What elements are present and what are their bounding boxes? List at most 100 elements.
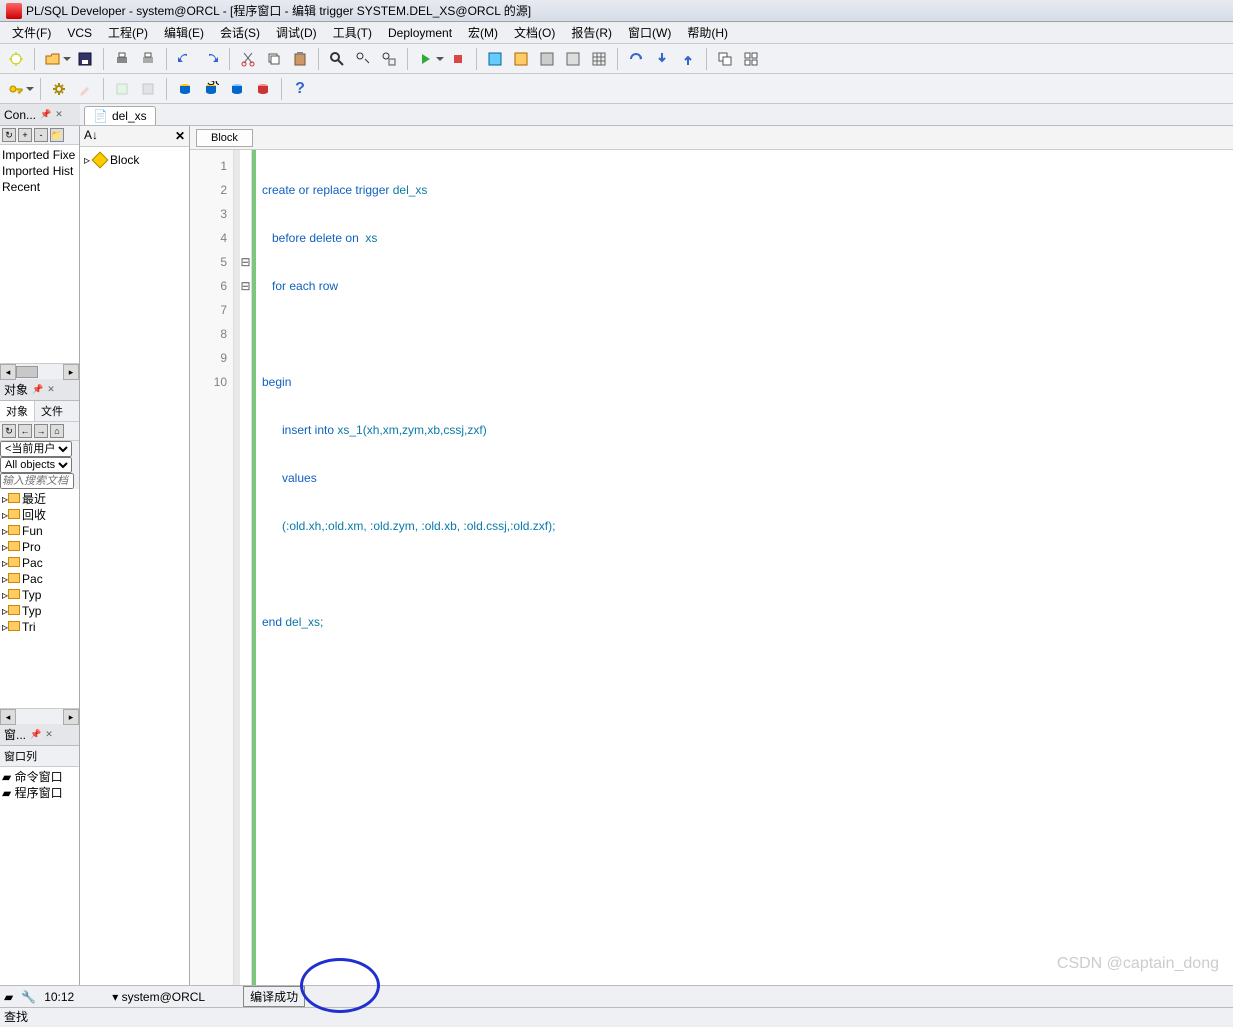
tree-item[interactable]: ▹Typ [2, 587, 77, 603]
plan-icon[interactable] [561, 47, 585, 71]
scroll-right-icon[interactable]: ▸ [63, 364, 79, 380]
minus-icon[interactable]: - [34, 128, 48, 142]
close-icon[interactable]: ✕ [45, 729, 53, 740]
menu-session[interactable]: 会话(S) [212, 22, 268, 43]
refresh-icon[interactable]: ↻ [2, 424, 16, 438]
close-icon[interactable]: ✕ [47, 384, 55, 395]
tree-item[interactable]: ▹Fun [2, 523, 77, 539]
copy-icon[interactable] [262, 47, 286, 71]
stop-icon[interactable] [446, 47, 470, 71]
code-editor[interactable]: 12345678910 ⊟⊟ create or replace trigger… [190, 150, 1233, 985]
windows-icon[interactable] [713, 47, 737, 71]
search-input[interactable] [0, 473, 74, 489]
save-icon[interactable] [73, 47, 97, 71]
menu-vcs[interactable]: VCS [59, 24, 100, 42]
step-out-icon[interactable] [676, 47, 700, 71]
open-dropdown-icon[interactable] [63, 57, 71, 61]
pin-icon[interactable]: 📌 [30, 729, 41, 740]
jar2-icon[interactable]: SQL [199, 77, 223, 101]
redo-icon[interactable] [199, 47, 223, 71]
tree-item[interactable]: ▹Typ [2, 603, 77, 619]
tree-item[interactable]: ▹Tri [2, 619, 77, 635]
expand-icon[interactable]: ▹ [84, 153, 90, 167]
tree-item[interactable]: ▹Pac [2, 555, 77, 571]
rollback-icon[interactable] [509, 47, 533, 71]
beautify-icon[interactable] [110, 77, 134, 101]
key-icon[interactable] [4, 77, 28, 101]
conn-item[interactable]: Recent [2, 179, 77, 195]
menu-deployment[interactable]: Deployment [380, 24, 460, 42]
menu-macro[interactable]: 宏(M) [460, 22, 506, 43]
tree-item[interactable]: ▹Pro [2, 539, 77, 555]
menu-project[interactable]: 工程(P) [100, 22, 156, 43]
beautify2-icon[interactable] [136, 77, 160, 101]
tab-files[interactable]: 文件 [35, 401, 69, 421]
jar4-icon[interactable] [251, 77, 275, 101]
window-item[interactable]: ▰ 程序窗口 [2, 785, 77, 801]
tab-del-xs[interactable]: 📄 del_xs [84, 106, 156, 125]
print-icon[interactable] [110, 47, 134, 71]
step-over-icon[interactable] [624, 47, 648, 71]
refresh-icon[interactable]: ↻ [2, 128, 16, 142]
jar1-icon[interactable] [173, 77, 197, 101]
close-icon[interactable]: ✕ [175, 129, 185, 143]
fwd-icon[interactable]: → [34, 424, 48, 438]
menu-edit[interactable]: 编辑(E) [156, 22, 212, 43]
menu-report[interactable]: 报告(R) [563, 22, 620, 43]
scroll-left-icon[interactable]: ◂ [0, 364, 16, 380]
allobjects-dropdown[interactable]: All objects [0, 457, 72, 473]
scroll-thumb[interactable] [16, 366, 38, 378]
close-icon[interactable]: ✕ [55, 109, 63, 120]
block-button[interactable]: Block [196, 129, 253, 147]
back-icon[interactable]: ← [18, 424, 32, 438]
tree-item[interactable]: ▹回收 [2, 507, 77, 523]
help-icon[interactable]: ? [288, 77, 312, 101]
tab-window-list[interactable]: 窗口列 [0, 746, 79, 767]
window-item[interactable]: ▰ 命令窗口 [2, 769, 77, 785]
menu-tools[interactable]: 工具(T) [325, 22, 380, 43]
obj-hscroll[interactable]: ◂ ▸ [0, 708, 79, 724]
fold-column[interactable]: ⊟⊟ [240, 150, 252, 985]
tree-item[interactable]: ▹Pac [2, 571, 77, 587]
new-icon[interactable] [4, 47, 28, 71]
commit-icon[interactable] [483, 47, 507, 71]
open-icon[interactable] [41, 47, 65, 71]
execute-dropdown-icon[interactable] [436, 57, 444, 61]
paste-icon[interactable] [288, 47, 312, 71]
pin-icon[interactable]: 📌 [40, 109, 51, 120]
undo-icon[interactable] [173, 47, 197, 71]
pin-icon[interactable]: 📌 [32, 384, 43, 395]
execute-icon[interactable] [414, 47, 438, 71]
grid-icon[interactable] [587, 47, 611, 71]
replace-icon[interactable] [377, 47, 401, 71]
gear-icon[interactable] [47, 77, 71, 101]
wrench-icon[interactable]: 🔧 [21, 990, 36, 1004]
step-into-icon[interactable] [650, 47, 674, 71]
cut-icon[interactable] [236, 47, 260, 71]
menu-document[interactable]: 文档(O) [506, 22, 563, 43]
print-preview-icon[interactable] [136, 47, 160, 71]
code-text[interactable]: create or replace trigger del_xs before … [256, 150, 1233, 985]
menu-help[interactable]: 帮助(H) [679, 22, 736, 43]
menu-bar[interactable]: 文件(F) VCS 工程(P) 编辑(E) 会话(S) 调试(D) 工具(T) … [0, 22, 1233, 44]
menu-debug[interactable]: 调试(D) [268, 22, 325, 43]
jar3-icon[interactable] [225, 77, 249, 101]
conn-hscroll[interactable]: ◂ ▸ [0, 363, 79, 379]
conn-item[interactable]: Imported Hist [2, 163, 77, 179]
folder-icon[interactable]: 📁 [50, 128, 64, 142]
tile-icon[interactable] [739, 47, 763, 71]
conn-item[interactable]: Imported Fixe [2, 147, 77, 163]
menu-window[interactable]: 窗口(W) [620, 22, 679, 43]
tab-objects[interactable]: 对象 [0, 401, 35, 421]
key-dropdown-icon[interactable] [26, 87, 34, 91]
tree-item[interactable]: ▹最近 [2, 491, 77, 507]
outline-block[interactable]: ▹ Block [84, 151, 185, 169]
find-next-icon[interactable] [351, 47, 375, 71]
home-icon[interactable]: ⌂ [50, 424, 64, 438]
add-icon[interactable]: + [18, 128, 32, 142]
explain-icon[interactable] [535, 47, 559, 71]
find-icon[interactable] [325, 47, 349, 71]
brush-icon[interactable] [73, 77, 97, 101]
scroll-left-icon[interactable]: ◂ [0, 709, 16, 725]
menu-file[interactable]: 文件(F) [4, 22, 59, 43]
